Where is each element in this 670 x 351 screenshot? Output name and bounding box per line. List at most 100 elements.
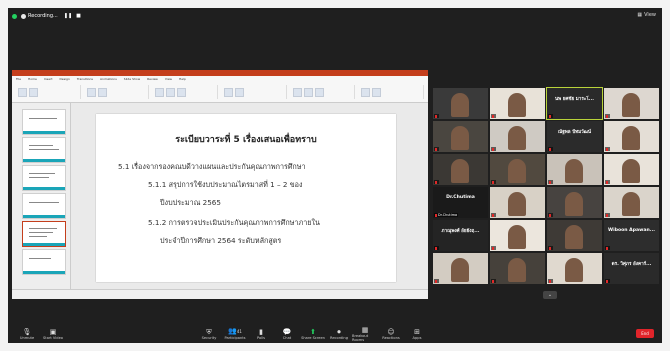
dictate-icon[interactable] [372, 87, 382, 97]
italic-icon[interactable] [166, 87, 176, 97]
shapes-icon[interactable] [292, 87, 302, 97]
participant-name-label [434, 114, 439, 118]
underline-icon[interactable] [177, 87, 187, 97]
slide-line: 5.1.2 การตรวจประเมินประกันคุณภาพการศึกษา… [148, 218, 320, 227]
slide-thumbnail[interactable] [22, 109, 66, 135]
participant-tile[interactable] [490, 220, 545, 251]
breakout-rooms-button[interactable]: ▦ Breakout Rooms [352, 326, 378, 342]
bullets-icon[interactable] [224, 87, 234, 97]
slide-thumbnail-selected[interactable] [22, 221, 66, 247]
ribbon-tab[interactable]: File [16, 77, 21, 81]
recording-indicator[interactable]: Recording... ❚❚ ■ [21, 13, 81, 19]
ribbon-tab[interactable]: Animations [100, 77, 117, 81]
microphone-muted-icon [549, 246, 551, 250]
participant-video [508, 93, 526, 117]
shield-icon [12, 13, 17, 19]
participant-tile[interactable] [547, 187, 602, 218]
apps-button[interactable]: ⊞ Apps [404, 328, 430, 340]
ribbon-tab[interactable]: Slide Show [124, 77, 140, 81]
participants-label: Participants [224, 336, 246, 340]
participant-tile[interactable] [604, 88, 659, 119]
ribbon-group-editing [359, 85, 425, 99]
participant-tile[interactable]: ณัฐพล ปัทมวัฒน์ [547, 121, 602, 152]
security-status[interactable] [12, 13, 17, 19]
participant-tile[interactable] [433, 121, 488, 152]
participant-tile[interactable]: นพ ยศชัย มาระโ... [546, 87, 603, 120]
participant-tile[interactable] [547, 154, 602, 185]
microphone-muted-icon [606, 147, 608, 151]
participant-tile[interactable] [490, 88, 545, 119]
ribbon-tab[interactable]: View [165, 77, 172, 81]
ribbon-tab[interactable]: Transitions [77, 77, 93, 81]
participants-button[interactable]: 👥41 Participants [222, 327, 248, 340]
new-slide-icon[interactable] [86, 87, 96, 97]
stop-icon[interactable]: ■ [76, 13, 81, 19]
view-button[interactable]: ▦ View [637, 12, 656, 18]
participant-tile[interactable] [604, 187, 659, 218]
breakout-label: Breakout Rooms [352, 333, 369, 342]
slide-thumbnail[interactable] [22, 193, 66, 219]
participant-tile[interactable] [490, 253, 545, 284]
end-meeting-button[interactable]: End [636, 329, 654, 338]
microphone-muted-icon [549, 213, 551, 217]
participant-tile[interactable] [490, 187, 545, 218]
ribbon-tab[interactable]: Design [60, 77, 70, 81]
format-painter-icon[interactable] [29, 87, 38, 97]
participant-tile[interactable]: ภาณุพงศ์ อัยยังฤ... [433, 220, 488, 251]
ribbon-tab[interactable]: Help [179, 77, 186, 81]
participant-tile[interactable] [604, 121, 659, 152]
recording-button[interactable]: ⏺ Recording [326, 328, 352, 340]
arrange-icon[interactable] [303, 87, 313, 97]
participant-tile[interactable] [433, 253, 488, 284]
participant-name-label [491, 180, 496, 184]
slide-thumbnail[interactable] [22, 249, 66, 275]
smile-icon: ☺ [387, 327, 395, 336]
participant-name-label [605, 114, 610, 118]
participant-tile[interactable] [433, 88, 488, 119]
participant-tile[interactable] [547, 220, 602, 251]
participant-tile[interactable]: Dr.Chutima Dr.Chutima [433, 187, 488, 218]
view-label: View [644, 12, 656, 18]
apps-label: Apps [412, 335, 422, 340]
participant-tile[interactable]: ดร. วิศุภร อังคาร์... [604, 253, 659, 284]
participant-video [565, 192, 583, 216]
participant-tile[interactable] [433, 154, 488, 185]
powerpoint-ribbon: File Home Insert Design Transitions Animation… [12, 76, 428, 103]
microphone-muted-icon [606, 180, 608, 184]
participant-tile[interactable] [490, 154, 545, 185]
participant-video [565, 258, 583, 282]
participant-tile[interactable]: Wiboon Apawan... [604, 220, 659, 251]
microphone-muted-icon [549, 279, 551, 283]
polls-button[interactable]: ▮ Polls [248, 328, 274, 340]
participant-name-label [548, 246, 553, 250]
ribbon-tab[interactable]: Review [147, 77, 158, 81]
ribbon-tabs: File Home Insert Design Transitions Animation… [12, 76, 428, 82]
gallery-next-page-button[interactable]: ⌄ [543, 291, 557, 299]
find-icon[interactable] [361, 87, 371, 97]
security-button[interactable]: ⛨ Security [196, 328, 222, 340]
participant-tile[interactable] [490, 121, 545, 152]
slide-thumbnail[interactable] [22, 137, 66, 163]
ribbon-tab[interactable]: Insert [44, 77, 53, 81]
align-icon[interactable] [235, 87, 245, 97]
participant-tile[interactable] [547, 253, 602, 284]
ribbon-tab[interactable]: Home [28, 77, 37, 81]
chat-button[interactable]: 💬 Chat [274, 328, 300, 340]
ribbon-group-slides [85, 85, 150, 99]
reactions-button[interactable]: ☺ Reactions [378, 328, 404, 340]
layout-icon[interactable] [97, 87, 107, 97]
reactions-label: Reactions [382, 335, 400, 340]
start-video-button[interactable]: ▣ Start Video [40, 328, 66, 340]
quick-styles-icon[interactable] [314, 87, 324, 97]
unmute-button[interactable]: 🎙 Unmute [14, 328, 40, 340]
participant-display-name: Wiboon Apawan... [608, 228, 655, 233]
participant-video [451, 126, 469, 150]
microphone-muted-icon [435, 147, 437, 151]
bold-icon[interactable] [155, 87, 165, 97]
share-screen-label: Share Screen [301, 335, 325, 340]
slide-thumbnail[interactable] [22, 165, 66, 191]
share-screen-button[interactable]: ⬆ Share Screen [300, 328, 326, 340]
participant-tile[interactable] [604, 154, 659, 185]
pause-icon[interactable]: ❚❚ [64, 13, 72, 19]
paste-icon[interactable] [18, 87, 27, 97]
